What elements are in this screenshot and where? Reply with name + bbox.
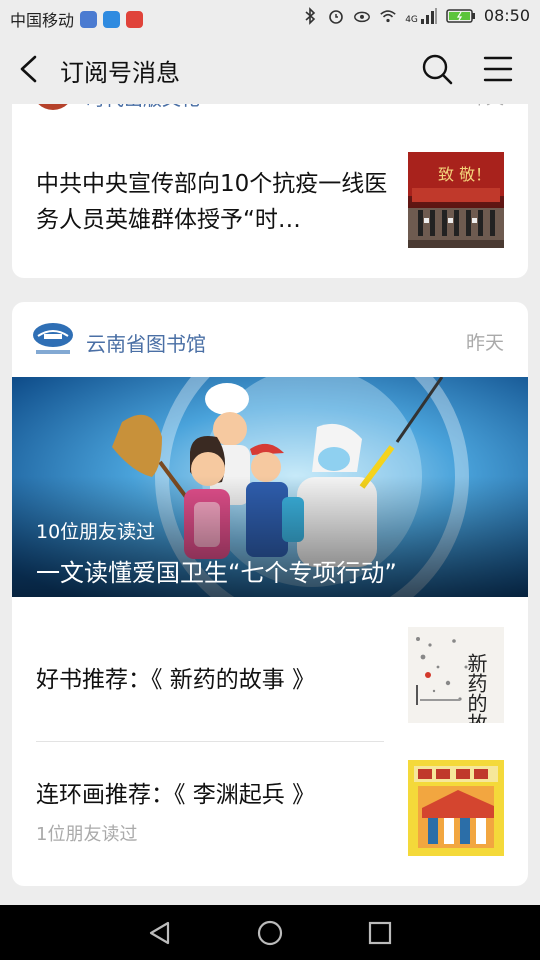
subscription-card[interactable]: 云南省图书馆 昨天 10位朋友读过 一文读懂爱国卫生“七个专项行动” 好书推荐：… — [12, 302, 528, 886]
search-icon[interactable] — [420, 52, 454, 86]
alarm-icon — [329, 9, 343, 24]
app-notification-icon — [103, 10, 121, 28]
carrier-label: 中国移动 — [10, 11, 75, 30]
status-bar: 中国移动 4G 08:50 — [0, 0, 540, 34]
header-bar: 订阅号消息 — [0, 34, 540, 104]
svg-text:致 敬！: 致 敬！ — [438, 165, 491, 184]
eye-icon — [354, 11, 371, 22]
nav-back-icon[interactable] — [146, 919, 174, 947]
publisher-logo — [33, 323, 73, 354]
book-cover-thumbnail[interactable]: 新药的故 — [408, 627, 504, 723]
clock: 08:50 — [483, 6, 530, 25]
wifi-icon — [380, 9, 396, 22]
post-time: 昨天 — [465, 332, 504, 354]
network-type-label: 4G — [405, 14, 418, 25]
bluetooth-icon — [305, 6, 316, 25]
friends-read-count: 10位朋友读过 — [36, 521, 156, 543]
nav-home-icon[interactable] — [256, 919, 284, 947]
battery-icon — [446, 8, 475, 23]
publisher-name[interactable]: 云南省图书馆 — [86, 328, 206, 357]
article-thumbnail[interactable]: 致 敬！ — [408, 152, 504, 248]
subscription-card[interactable]: 时代出版文化 昨天 中共中央宣传部向10个抗疫一线医务人员英雄群体授予“时… 致… — [12, 80, 528, 278]
menu-icon[interactable] — [482, 54, 514, 84]
hero-article-title[interactable]: 一文读懂爱国卫生“七个专项行动” — [36, 553, 397, 588]
page-title: 订阅号消息 — [60, 59, 180, 87]
signal-icon — [420, 7, 437, 24]
book-cover-text: 新药的故 — [464, 653, 488, 723]
article-title[interactable]: 中共中央宣传部向10个抗疫一线医务人员英雄群体授予“时… — [36, 166, 396, 238]
article-title[interactable]: 好书推荐：《 新药的故事 》 — [36, 660, 315, 694]
comic-cover-thumbnail[interactable] — [408, 760, 504, 856]
app-notification-icon — [80, 10, 98, 28]
system-nav-bar — [0, 905, 540, 960]
hero-article[interactable]: 10位朋友读过 一文读懂爱国卫生“七个专项行动” — [12, 377, 528, 597]
back-icon[interactable] — [16, 54, 42, 84]
nav-recents-icon[interactable] — [366, 919, 394, 947]
article-title[interactable]: 连环画推荐：《 李渊起兵 》 — [36, 775, 315, 809]
app-notification-icon — [126, 10, 144, 28]
divider — [36, 741, 384, 742]
friends-read-count: 1位朋友读过 — [36, 824, 138, 845]
